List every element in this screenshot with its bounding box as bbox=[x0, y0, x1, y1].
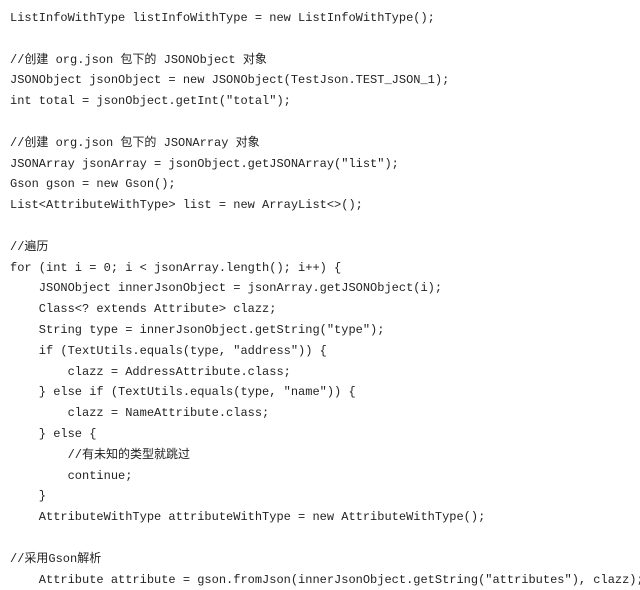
code-block: ListInfoWithType listInfoWithType = new … bbox=[0, 0, 640, 590]
code-content: ListInfoWithType listInfoWithType = new … bbox=[10, 11, 640, 590]
